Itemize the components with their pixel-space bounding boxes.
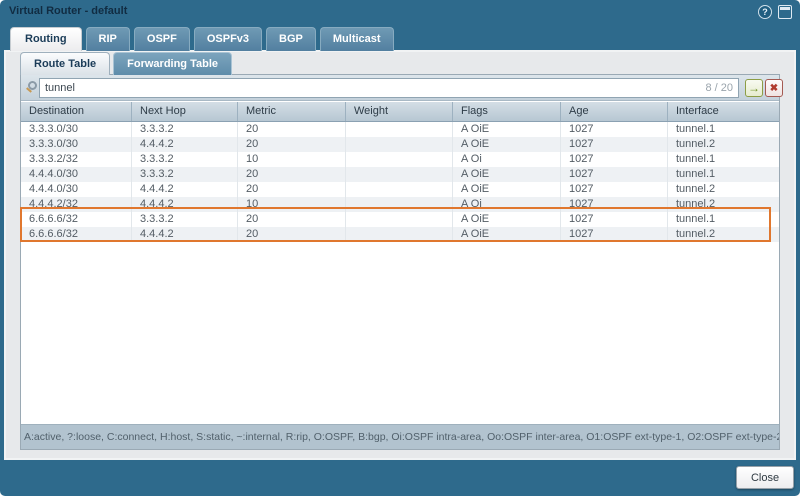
table-cell: tunnel.2	[668, 137, 779, 152]
table-cell: 20	[238, 212, 346, 227]
search-input-wrap: 8 / 20	[39, 78, 739, 98]
virtual-router-dialog: Virtual Router - default ? Routing RIP O…	[0, 0, 800, 496]
tab-multicast[interactable]: Multicast	[320, 27, 394, 51]
table-cell: 4.4.4.0/30	[21, 182, 132, 197]
table-cell: A OiE	[453, 182, 561, 197]
tab-ospf[interactable]: OSPF	[134, 27, 190, 51]
apply-filter-button[interactable]: →	[745, 79, 763, 97]
table-cell: tunnel.2	[668, 197, 779, 212]
table-cell	[346, 212, 453, 227]
table-cell: 1027	[561, 137, 668, 152]
table-cell	[346, 182, 453, 197]
window-restore-icon[interactable]	[778, 5, 792, 19]
table-cell: 1027	[561, 122, 668, 137]
table-cell: 1027	[561, 197, 668, 212]
table-cell: 3.3.3.0/30	[21, 137, 132, 152]
table-row[interactable]: 4.4.4.0/303.3.3.220 A OiE1027tunnel.1	[21, 167, 779, 182]
table-cell: tunnel.1	[668, 212, 779, 227]
table-cell: A OiE	[453, 227, 561, 242]
tab-bgp[interactable]: BGP	[266, 27, 316, 51]
column-header-weight[interactable]: Weight	[346, 102, 453, 121]
table-cell: A OiE	[453, 167, 561, 182]
table-cell: tunnel.1	[668, 122, 779, 137]
clear-filter-button[interactable]: ✖	[765, 79, 783, 97]
table-row[interactable]: 4.4.4.0/304.4.4.220 A OiE1027tunnel.2	[21, 182, 779, 197]
search-bar: 8 / 20 → ✖	[21, 75, 779, 101]
table-row[interactable]: 3.3.3.0/304.4.4.220 A OiE1027tunnel.2	[21, 137, 779, 152]
content-area: Route Table Forwarding Table 8 / 20 → ✖ …	[4, 50, 796, 460]
search-icon	[28, 81, 37, 90]
table-row[interactable]: 3.3.3.2/323.3.3.210 A Oi1027tunnel.1	[21, 152, 779, 167]
table-cell: 4.4.4.0/30	[21, 167, 132, 182]
tab-forwarding-table[interactable]: Forwarding Table	[113, 52, 232, 75]
table-cell: 4.4.4.2	[132, 182, 238, 197]
table-cell: 3.3.3.2	[132, 167, 238, 182]
table-cell: A Oi	[453, 197, 561, 212]
dialog-title: Virtual Router - default	[9, 5, 127, 17]
table-cell: A OiE	[453, 212, 561, 227]
table-cell: 10	[238, 152, 346, 167]
tab-routing[interactable]: Routing	[10, 27, 82, 51]
main-tab-strip: Routing RIP OSPF OSPFv3 BGP Multicast	[10, 27, 394, 51]
table-cell: 3.3.3.2	[132, 122, 238, 137]
table-cell: 20	[238, 227, 346, 242]
table-cell: 1027	[561, 152, 668, 167]
table-row[interactable]: 6.6.6.6/324.4.4.220 A OiE1027tunnel.2	[21, 227, 779, 242]
search-input[interactable]	[39, 78, 739, 98]
table-cell: 4.4.4.2	[132, 197, 238, 212]
table-cell: tunnel.2	[668, 182, 779, 197]
table-cell: 3.3.3.2	[132, 212, 238, 227]
close-button[interactable]: Close	[736, 466, 794, 489]
table-cell: 20	[238, 122, 346, 137]
table-row[interactable]: 3.3.3.0/303.3.3.220 A OiE1027tunnel.1	[21, 122, 779, 137]
table-cell: 3.3.3.2/32	[21, 152, 132, 167]
route-table-body: 3.3.3.0/303.3.3.220A OiE1027tunnel.13.3.…	[21, 122, 779, 242]
sub-tab-strip: Route Table Forwarding Table	[20, 52, 232, 75]
table-cell	[346, 152, 453, 167]
table-cell: A OiE	[453, 137, 561, 152]
table-cell: 6.6.6.6/32	[21, 227, 132, 242]
table-cell: A OiE	[453, 122, 561, 137]
route-table-panel: 8 / 20 → ✖ Destination Next Hop Metric W…	[20, 74, 780, 450]
table-cell	[346, 167, 453, 182]
column-header-destination[interactable]: Destination	[21, 102, 132, 121]
table-cell: 3.3.3.0/30	[21, 122, 132, 137]
table-cell: tunnel.1	[668, 167, 779, 182]
flags-legend: A:active, ?:loose, C:connect, H:host, S:…	[21, 424, 779, 449]
column-header-metric[interactable]: Metric	[238, 102, 346, 121]
table-cell: A Oi	[453, 152, 561, 167]
table-cell: 1027	[561, 167, 668, 182]
table-cell: 20	[238, 137, 346, 152]
table-cell: 6.6.6.6/32	[21, 212, 132, 227]
table-cell: 4.4.4.2	[132, 137, 238, 152]
tab-ospfv3[interactable]: OSPFv3	[194, 27, 262, 51]
table-cell	[346, 227, 453, 242]
table-cell	[346, 137, 453, 152]
table-cell: 1027	[561, 227, 668, 242]
column-header-interface[interactable]: Interface	[668, 102, 779, 121]
table-cell	[346, 122, 453, 137]
table-cell: tunnel.1	[668, 152, 779, 167]
help-icon[interactable]: ?	[758, 5, 772, 19]
table-cell: 3.3.3.2	[132, 152, 238, 167]
table-cell: 20	[238, 167, 346, 182]
table-cell: tunnel.2	[668, 227, 779, 242]
table-cell: 4.4.4.2/32	[21, 197, 132, 212]
table-cell: 1027	[561, 212, 668, 227]
column-header-age[interactable]: Age	[561, 102, 668, 121]
table-cell: 20	[238, 182, 346, 197]
table-row[interactable]: 6.6.6.6/323.3.3.220 A OiE1027tunnel.1	[21, 212, 779, 227]
table-cell: 4.4.4.2	[132, 227, 238, 242]
table-row[interactable]: 4.4.4.2/324.4.4.210 A Oi1027tunnel.2	[21, 197, 779, 212]
table-cell: 1027	[561, 182, 668, 197]
column-header-next-hop[interactable]: Next Hop	[132, 102, 238, 121]
table-cell: 10	[238, 197, 346, 212]
table-header: Destination Next Hop Metric Weight Flags…	[21, 102, 779, 122]
table-cell	[346, 197, 453, 212]
title-bar: Virtual Router - default ?	[0, 0, 800, 26]
title-bar-icons: ?	[758, 5, 792, 19]
tab-route-table[interactable]: Route Table	[20, 52, 110, 75]
tab-rip[interactable]: RIP	[86, 27, 130, 51]
column-header-flags[interactable]: Flags	[453, 102, 561, 121]
